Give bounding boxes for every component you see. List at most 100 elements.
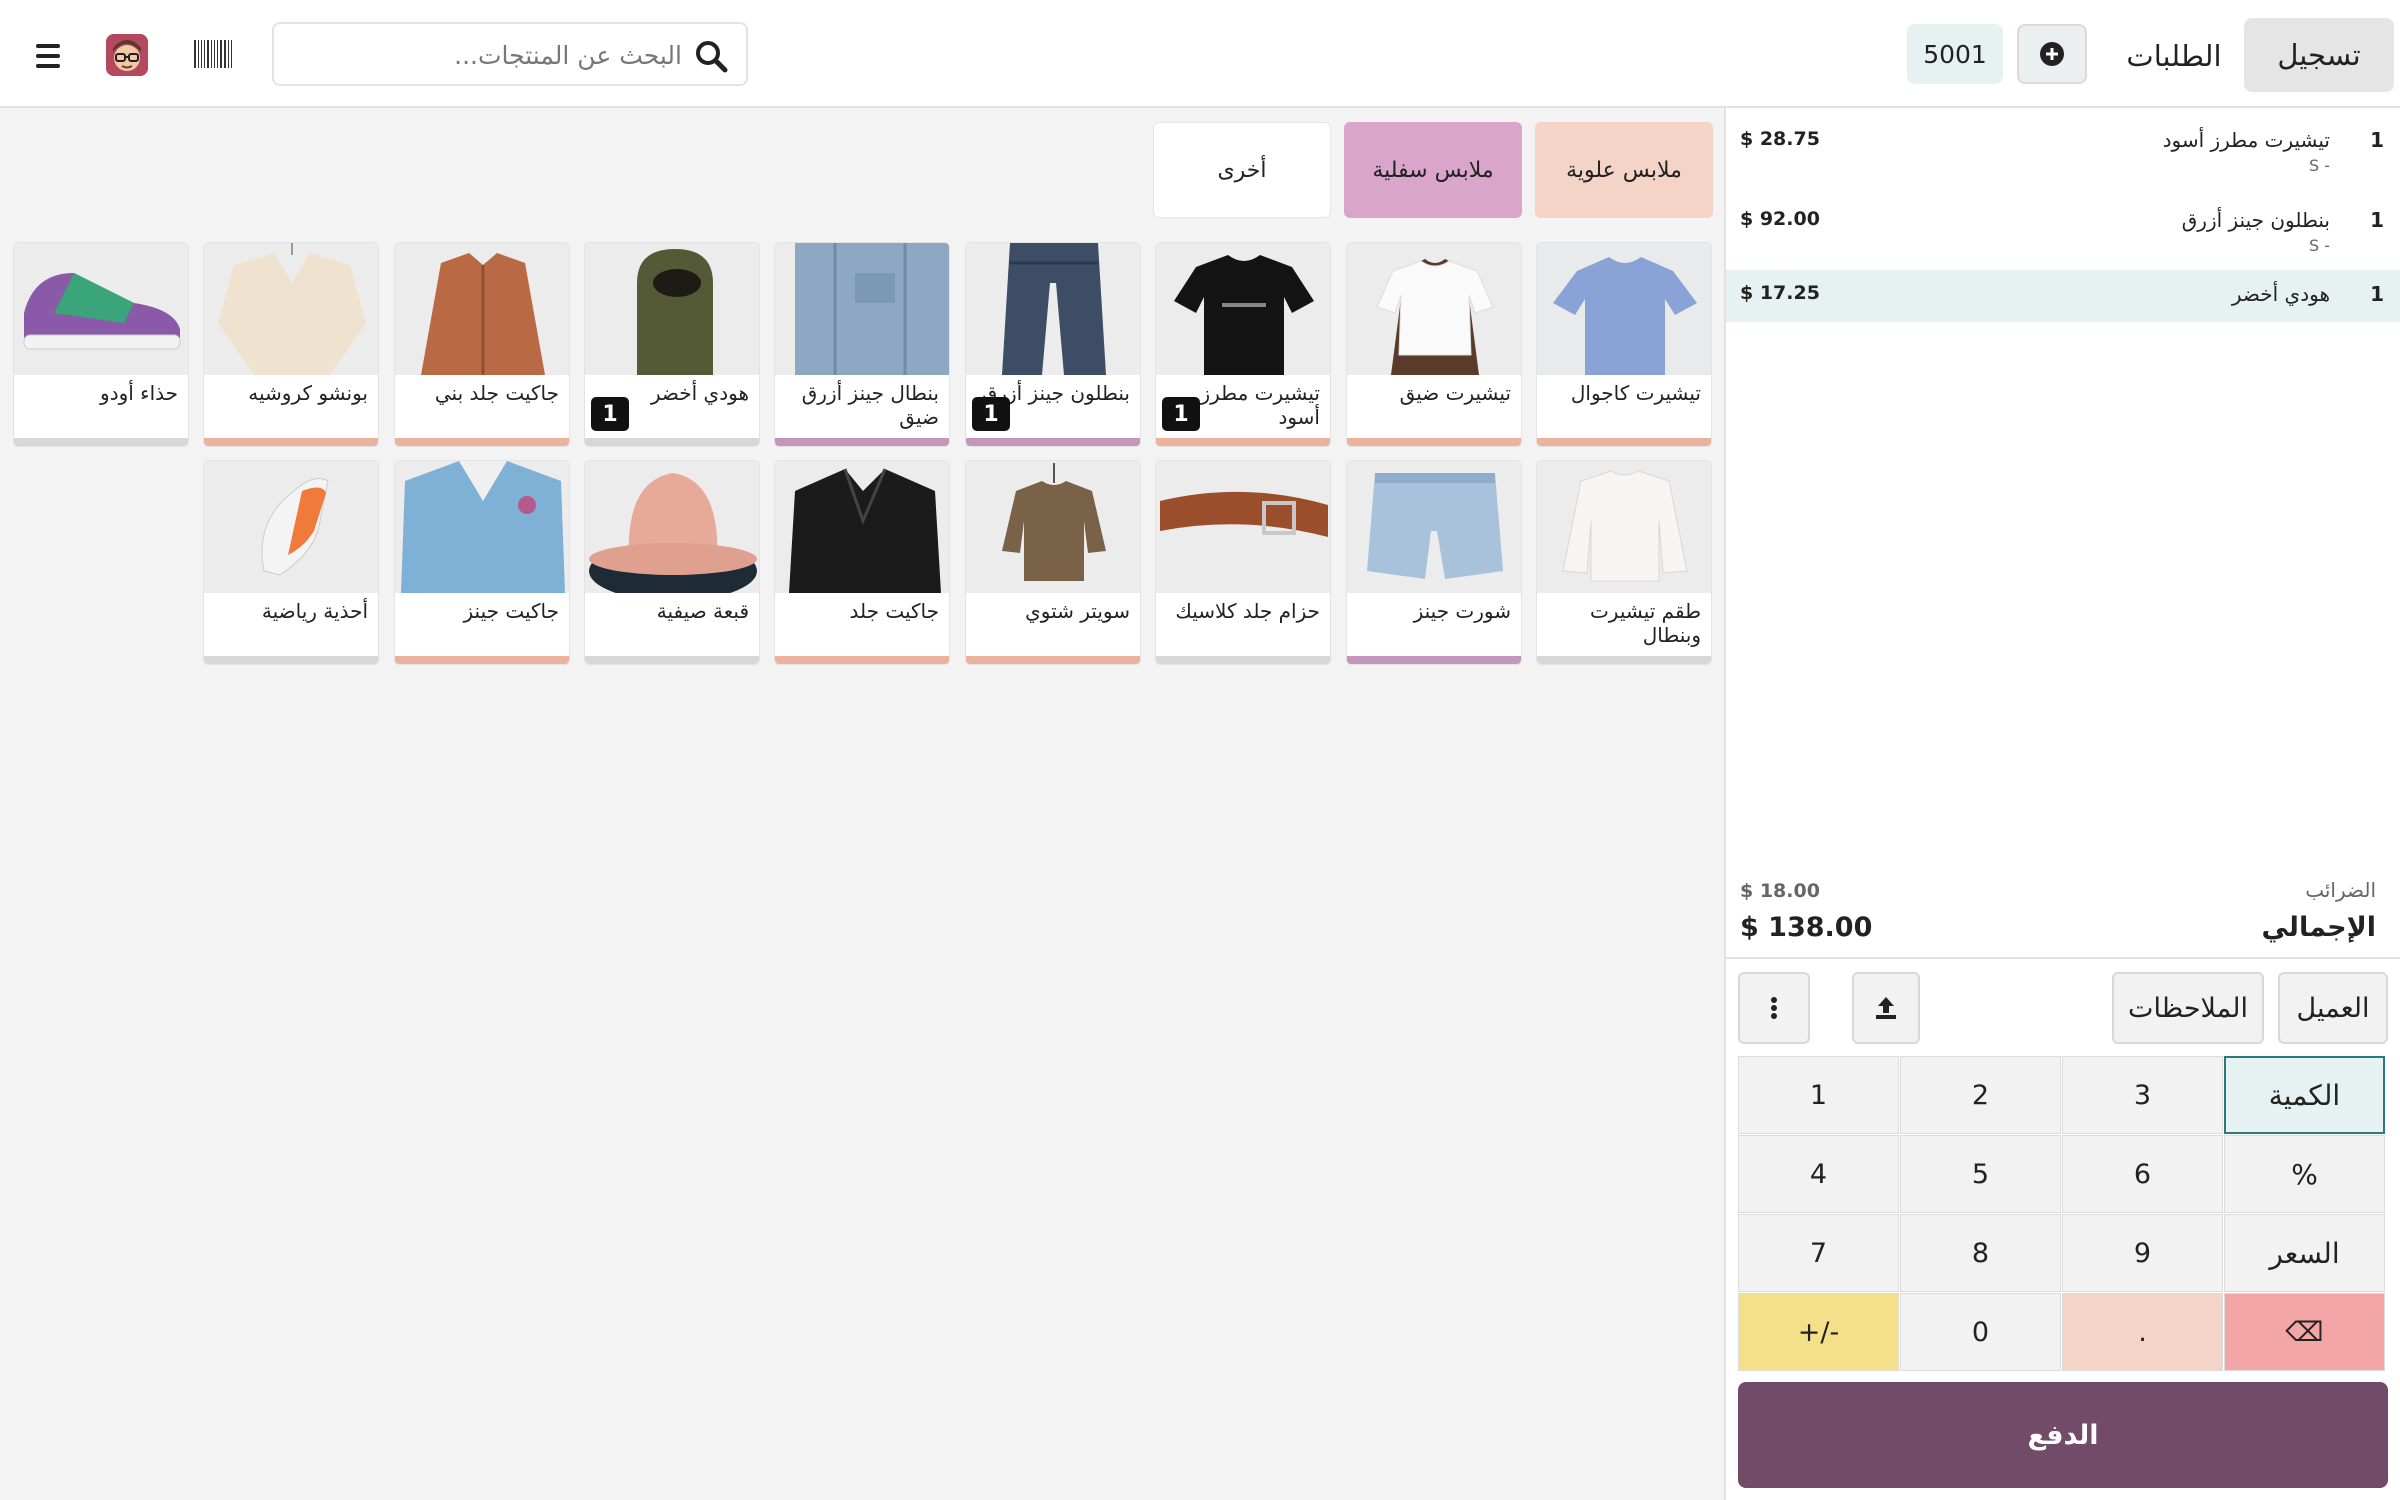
product-card[interactable]: حزام جلد كلاسيك	[1155, 460, 1331, 665]
quantity-badge: 1	[972, 397, 1010, 431]
line-product-name: تيشيرت مطرز أسود	[2162, 128, 2330, 152]
line-price: $ 92.00	[1740, 208, 1820, 230]
product-card[interactable]: بنطلون جينز أزرق 1	[965, 242, 1141, 447]
numpad-key-3[interactable]: 3	[2062, 1056, 2223, 1134]
product-name: شورت جينز	[1413, 599, 1511, 623]
numpad-key-5[interactable]: 5	[1900, 1135, 2061, 1213]
category-color-bar	[966, 438, 1140, 446]
order-line[interactable]: 1 تيشيرت مطرز أسود - S $ 28.75	[1726, 116, 2400, 175]
numpad-sign-toggle[interactable]: +/-	[1738, 1293, 1899, 1371]
product-name: تيشيرت ضيق	[1399, 381, 1511, 405]
product-card[interactable]: تيشيرت ضيق	[1346, 242, 1522, 447]
category-lower-clothing-button[interactable]: ملابس سفلية	[1344, 122, 1522, 218]
order-number-button[interactable]: 5001	[1907, 24, 2003, 84]
category-color-bar	[1347, 438, 1521, 446]
product-card[interactable]: حذاء أودو	[13, 242, 189, 447]
numpad-key-1[interactable]: 1	[1738, 1056, 1899, 1134]
product-card[interactable]: هودي أخضر 1	[584, 242, 760, 447]
category-color-bar	[585, 438, 759, 446]
numpad-decimal-key[interactable]: .	[2062, 1293, 2223, 1371]
product-card[interactable]: تيشيرت مطرز أسود 1	[1155, 242, 1331, 447]
numpad-discount-mode[interactable]: %	[2224, 1135, 2385, 1213]
product-card[interactable]: قبعة صيفية	[584, 460, 760, 665]
numpad-key-8[interactable]: 8	[1900, 1214, 2061, 1292]
product-name: جاكيت جلد	[849, 599, 940, 623]
customer-button[interactable]: العميل	[2278, 972, 2388, 1044]
product-image	[775, 461, 949, 593]
product-name: جاكيت جينز	[463, 599, 559, 623]
category-upper-clothing-button[interactable]: ملابس علوية	[1535, 122, 1713, 218]
numpad-quantity-mode[interactable]: الكمية	[2224, 1056, 2385, 1134]
order-panel: 1 تيشيرت مطرز أسود - S $ 28.75 1 بنطلون …	[1724, 108, 2400, 1500]
category-color-bar	[14, 438, 188, 446]
taxes-value: $ 18.00	[1740, 880, 1820, 902]
product-name: تيشيرت كاجوال	[1570, 381, 1701, 405]
category-color-bar	[204, 656, 378, 664]
product-card[interactable]: جاكيت جلد بني	[394, 242, 570, 447]
quantity-badge: 1	[1162, 397, 1200, 431]
category-color-bar	[204, 438, 378, 446]
order-line-selected[interactable]: 1 هودي أخضر $ 17.25	[1726, 270, 2400, 322]
category-color-bar	[395, 656, 569, 664]
backspace-icon[interactable]: ⌫	[2224, 1293, 2385, 1371]
category-color-bar	[1537, 438, 1711, 446]
search-icon[interactable]	[694, 39, 728, 73]
new-order-button[interactable]	[2017, 24, 2087, 84]
numpad-key-2[interactable]: 2	[1900, 1056, 2061, 1134]
numpad-key-6[interactable]: 6	[2062, 1135, 2223, 1213]
category-color-bar	[1537, 656, 1711, 664]
product-card[interactable]: بونشو كروشيه	[203, 242, 379, 447]
barcode-icon[interactable]	[194, 40, 233, 68]
line-product-name: بنطلون جينز أزرق	[2181, 208, 2330, 232]
more-options-button[interactable]	[1738, 972, 1810, 1044]
product-image	[1537, 243, 1711, 375]
line-quantity: 1	[2370, 282, 2384, 306]
product-image	[204, 243, 378, 375]
tab-orders[interactable]: الطلبات	[2114, 22, 2234, 90]
product-name: حزام جلد كلاسيك	[1175, 599, 1320, 623]
avatar[interactable]	[106, 34, 148, 76]
search-box[interactable]	[272, 22, 748, 86]
category-color-bar	[775, 438, 949, 446]
hamburger-menu-icon[interactable]	[28, 36, 68, 76]
numpad-key-0[interactable]: 0	[1900, 1293, 2061, 1371]
product-image	[585, 243, 759, 375]
numpad-key-4[interactable]: 4	[1738, 1135, 1899, 1213]
product-card[interactable]: جاكيت جينز	[394, 460, 570, 665]
product-image	[1347, 243, 1521, 375]
search-input[interactable]	[302, 34, 682, 76]
divider	[1726, 957, 2400, 959]
order-line[interactable]: 1 بنطلون جينز أزرق - S $ 92.00	[1726, 196, 2400, 255]
product-image	[395, 461, 569, 593]
numpad-price-mode[interactable]: السعر	[2224, 1214, 2385, 1292]
product-card[interactable]: بنطال جينز أزرق ضيق	[774, 242, 950, 447]
product-card[interactable]: طقم تيشيرت وبنطال	[1536, 460, 1712, 665]
product-card[interactable]: تيشيرت كاجوال	[1536, 242, 1712, 447]
product-image	[395, 243, 569, 375]
line-price: $ 28.75	[1740, 128, 1820, 150]
payment-button[interactable]: الدفع	[1738, 1382, 2388, 1488]
category-color-bar	[1156, 438, 1330, 446]
category-other-button[interactable]: أخرى	[1153, 122, 1331, 218]
numpad: 1 2 3 الكمية 4 5 6 % 7 8 9 السعر +/- 0 .…	[1738, 1056, 2388, 1374]
product-name: حذاء أودو	[100, 381, 178, 405]
plus-circle-icon	[2040, 42, 2064, 66]
vertical-ellipsis-icon	[1771, 997, 1777, 1019]
category-color-bar	[1156, 656, 1330, 664]
numpad-key-7[interactable]: 7	[1738, 1214, 1899, 1292]
tab-register[interactable]: تسجيل	[2244, 18, 2394, 92]
category-color-bar	[585, 656, 759, 664]
product-card[interactable]: سويتر شتوي	[965, 460, 1141, 665]
notes-button[interactable]: الملاحظات	[2112, 972, 2264, 1044]
line-price: $ 17.25	[1740, 282, 1820, 304]
product-card[interactable]: شورت جينز	[1346, 460, 1522, 665]
product-image	[775, 243, 949, 375]
taxes-label: الضرائب	[2305, 878, 2376, 902]
numpad-key-9[interactable]: 9	[2062, 1214, 2223, 1292]
product-image	[966, 461, 1140, 593]
category-color-bar	[775, 656, 949, 664]
upload-button[interactable]	[1852, 972, 1920, 1044]
product-card[interactable]: أحذية رياضية	[203, 460, 379, 665]
top-bar: 5001 الطلبات تسجيل	[0, 0, 2400, 108]
product-card[interactable]: جاكيت جلد	[774, 460, 950, 665]
